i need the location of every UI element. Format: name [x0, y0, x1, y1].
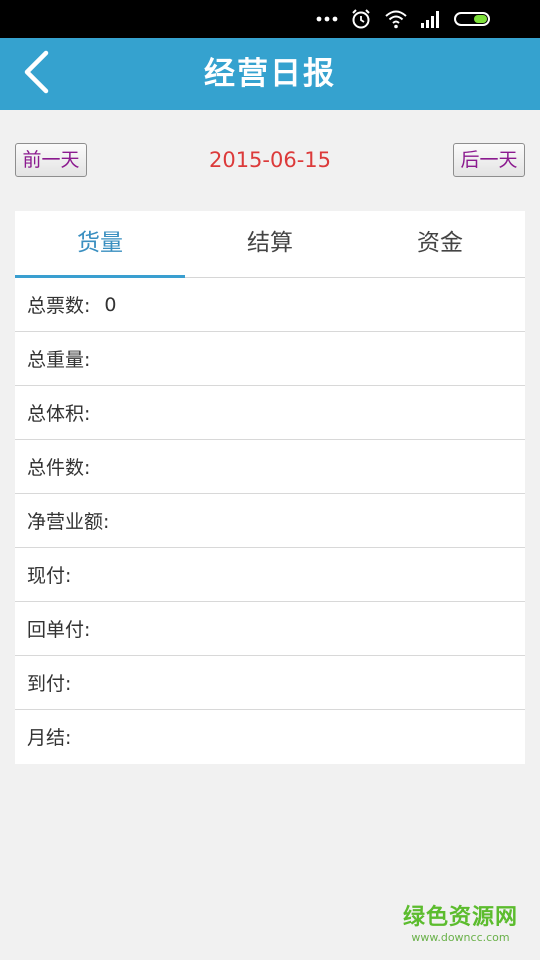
next-day-button[interactable]: 后一天 [453, 143, 525, 177]
status-bar [0, 0, 540, 38]
signal-icon [420, 10, 442, 28]
row-label-total-weight: 总重量: [27, 349, 91, 371]
page-title: 经营日报 [204, 56, 336, 92]
wifi-icon [384, 9, 408, 29]
date-navigation: 前一天 2015-06-15 后一天 [0, 110, 540, 210]
tab-bar: 货量 结算 资金 [15, 211, 525, 278]
report-card: 货量 结算 资金 总票数: 0 总重量: 总体积: 总件数: 净营业额: 现付: [15, 211, 525, 764]
tab-settlement[interactable]: 结算 [185, 211, 355, 277]
list-item: 净营业额: [15, 494, 525, 548]
watermark: 绿色资源网 www.downcc.com [403, 905, 518, 944]
active-tab-indicator [15, 275, 185, 278]
list-item: 总重量: [15, 332, 525, 386]
report-rows: 总票数: 0 总重量: 总体积: 总件数: 净营业额: 现付: 回单付: 到付: [15, 278, 525, 763]
list-item: 回单付: [15, 602, 525, 656]
list-item: 总体积: [15, 386, 525, 440]
app-bar: 经营日报 [0, 38, 540, 110]
battery-icon [454, 12, 490, 26]
more-dots-icon [316, 16, 338, 22]
row-label-total-pieces: 总件数: [27, 457, 91, 479]
watermark-title: 绿色资源网 [402, 905, 518, 930]
list-item: 月结: [15, 710, 525, 763]
row-value-total-tickets: 0 [104, 293, 117, 316]
list-item: 现付: [15, 548, 525, 602]
tab-funds[interactable]: 资金 [355, 211, 525, 277]
row-label-total-tickets: 总票数: [27, 295, 91, 317]
row-label-monthly-settlement: 月结: [27, 727, 72, 749]
status-icons [316, 8, 490, 30]
row-label-cash-payment: 现付: [27, 565, 72, 587]
battery-level [474, 15, 487, 23]
alarm-icon [350, 8, 372, 30]
list-item: 到付: [15, 656, 525, 710]
row-label-total-volume: 总体积: [27, 403, 91, 425]
row-label-net-revenue: 净营业额: [27, 511, 110, 533]
list-item: 总件数: [15, 440, 525, 494]
tab-volume[interactable]: 货量 [15, 211, 185, 277]
watermark-url: www.downcc.com [411, 931, 510, 944]
row-label-receipt-payment: 回单付: [27, 619, 91, 641]
list-item: 总票数: 0 [15, 278, 525, 332]
row-label-cash-on-delivery: 到付: [27, 673, 72, 695]
